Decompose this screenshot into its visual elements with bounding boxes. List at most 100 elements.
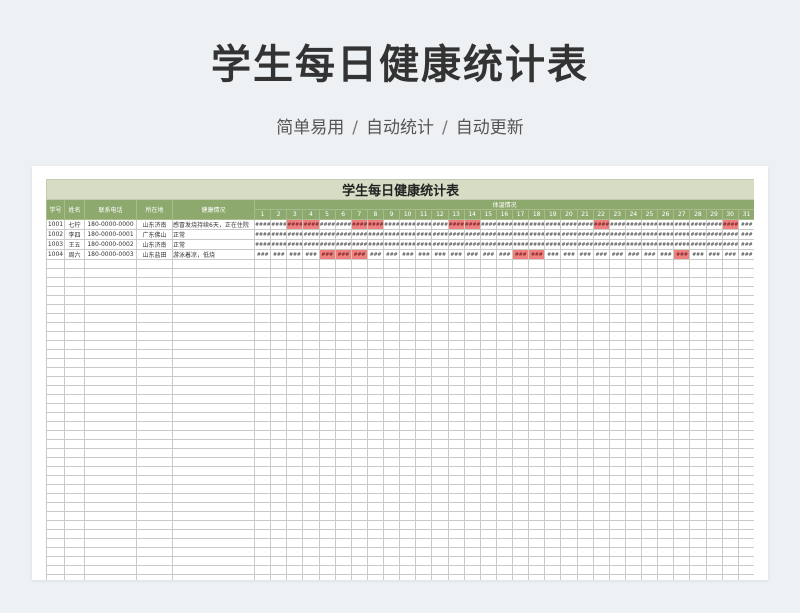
empty-cell[interactable] — [84, 511, 137, 521]
empty-cell[interactable] — [495, 520, 514, 530]
empty-cell[interactable] — [495, 538, 514, 548]
empty-cell[interactable] — [560, 394, 578, 404]
empty-cell[interactable] — [415, 295, 433, 305]
empty-cell[interactable] — [511, 412, 530, 422]
temperature-cell[interactable]: #### — [511, 239, 530, 250]
empty-cell[interactable] — [528, 493, 546, 503]
empty-cell[interactable] — [721, 547, 739, 557]
col-header-phone[interactable]: 联系电话 — [84, 199, 137, 220]
cell-name[interactable]: 七柠 — [64, 219, 85, 230]
empty-cell[interactable] — [136, 403, 173, 413]
empty-cell[interactable] — [705, 304, 723, 314]
empty-cell[interactable] — [431, 466, 449, 476]
empty-cell[interactable] — [608, 574, 626, 580]
empty-cell[interactable] — [495, 277, 514, 287]
empty-cell[interactable] — [608, 322, 626, 332]
empty-cell[interactable] — [286, 439, 304, 449]
empty-cell[interactable] — [382, 430, 401, 440]
empty-cell[interactable] — [592, 538, 610, 548]
empty-cell[interactable] — [560, 259, 578, 269]
empty-cell[interactable] — [172, 259, 255, 269]
empty-cell[interactable] — [350, 277, 368, 287]
empty-cell[interactable] — [511, 322, 530, 332]
empty-cell[interactable] — [544, 556, 562, 566]
empty-cell[interactable] — [608, 331, 626, 341]
empty-cell[interactable] — [576, 430, 594, 440]
day-header-2[interactable]: 2 — [270, 209, 288, 220]
empty-cell[interactable] — [46, 529, 65, 539]
empty-cell[interactable] — [399, 466, 417, 476]
empty-cell[interactable] — [447, 430, 465, 440]
empty-cell[interactable] — [399, 295, 417, 305]
empty-cell[interactable] — [657, 385, 675, 395]
empty-cell[interactable] — [495, 439, 514, 449]
empty-cell[interactable] — [592, 313, 610, 323]
empty-cell[interactable] — [640, 322, 659, 332]
empty-cell[interactable] — [640, 286, 659, 296]
empty-cell[interactable] — [366, 565, 385, 575]
empty-cell[interactable] — [431, 520, 449, 530]
empty-cell[interactable] — [172, 529, 255, 539]
empty-cell[interactable] — [511, 565, 530, 575]
empty-cell[interactable] — [84, 268, 137, 278]
empty-cell[interactable] — [334, 493, 352, 503]
col-header-temperature[interactable]: 体温情况 — [253, 199, 754, 210]
empty-cell[interactable] — [737, 493, 754, 503]
empty-cell[interactable] — [318, 430, 336, 440]
empty-cell[interactable] — [270, 385, 288, 395]
empty-cell[interactable] — [302, 367, 320, 377]
empty-cell[interactable] — [463, 457, 481, 467]
empty-cell[interactable] — [463, 484, 481, 494]
empty-cell[interactable] — [302, 574, 320, 580]
empty-cell[interactable] — [382, 565, 401, 575]
empty-cell[interactable] — [415, 529, 433, 539]
empty-cell[interactable] — [576, 394, 594, 404]
empty-cell[interactable] — [431, 313, 449, 323]
empty-cell[interactable] — [479, 439, 497, 449]
empty-cell[interactable] — [528, 556, 546, 566]
empty-cell[interactable] — [286, 484, 304, 494]
empty-cell[interactable] — [528, 277, 546, 287]
empty-cell[interactable] — [382, 538, 401, 548]
empty-cell[interactable] — [334, 376, 352, 386]
day-header-19[interactable]: 19 — [544, 209, 562, 220]
empty-cell[interactable] — [399, 259, 417, 269]
empty-cell[interactable] — [721, 358, 739, 368]
empty-cell[interactable] — [673, 574, 691, 580]
empty-cell[interactable] — [253, 439, 272, 449]
empty-cell[interactable] — [495, 313, 514, 323]
empty-cell[interactable] — [624, 475, 643, 485]
empty-cell[interactable] — [528, 484, 546, 494]
empty-cell[interactable] — [737, 313, 754, 323]
empty-cell[interactable] — [415, 277, 433, 287]
empty-cell[interactable] — [286, 394, 304, 404]
empty-cell[interactable] — [576, 565, 594, 575]
temperature-cell[interactable]: ### — [286, 249, 304, 260]
empty-cell[interactable] — [528, 529, 546, 539]
empty-cell[interactable] — [253, 493, 272, 503]
empty-cell[interactable] — [560, 520, 578, 530]
empty-cell[interactable] — [84, 394, 137, 404]
temperature-cell[interactable]: #### — [350, 239, 368, 250]
empty-cell[interactable] — [253, 475, 272, 485]
empty-cell[interactable] — [366, 421, 385, 431]
empty-cell[interactable] — [253, 295, 272, 305]
empty-cell[interactable] — [302, 538, 320, 548]
empty-cell[interactable] — [270, 331, 288, 341]
temperature-cell[interactable]: #### — [302, 239, 320, 250]
empty-cell[interactable] — [495, 358, 514, 368]
day-header-14[interactable]: 14 — [463, 209, 481, 220]
empty-cell[interactable] — [479, 466, 497, 476]
empty-cell[interactable] — [657, 403, 675, 413]
empty-cell[interactable] — [415, 538, 433, 548]
empty-cell[interactable] — [511, 259, 530, 269]
empty-cell[interactable] — [689, 475, 707, 485]
empty-cell[interactable] — [172, 403, 255, 413]
empty-cell[interactable] — [737, 331, 754, 341]
empty-cell[interactable] — [640, 538, 659, 548]
empty-cell[interactable] — [318, 331, 336, 341]
empty-cell[interactable] — [657, 457, 675, 467]
empty-cell[interactable] — [608, 286, 626, 296]
empty-cell[interactable] — [560, 493, 578, 503]
empty-cell[interactable] — [399, 403, 417, 413]
